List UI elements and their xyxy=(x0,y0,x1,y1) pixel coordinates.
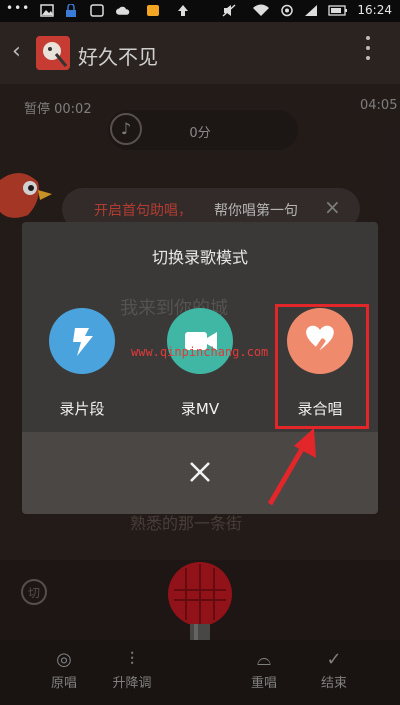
status-bar: ••• 16:24 xyxy=(0,0,400,22)
segment-icon xyxy=(49,308,115,374)
dialog-close-icon[interactable] xyxy=(182,454,218,490)
arrow-annotation-icon xyxy=(267,428,316,506)
avatar-icon xyxy=(36,36,70,70)
dialog-title: 切换录歌模式 xyxy=(151,248,248,267)
image-icon xyxy=(40,4,54,17)
highlight-box xyxy=(275,304,369,429)
song-title: 好久不见 xyxy=(78,45,158,69)
option-mv-label: 录MV xyxy=(180,400,220,418)
upload-icon xyxy=(178,5,188,16)
song-header: ‹ 好久不见 xyxy=(0,22,400,84)
notification-dots: ••• xyxy=(6,1,31,15)
battery-icon xyxy=(328,5,347,16)
watermark: www.qinpinchang.com xyxy=(131,345,269,359)
store-icon xyxy=(147,5,159,16)
song-avatar xyxy=(36,36,70,70)
settings-icon xyxy=(281,4,293,17)
mute-icon xyxy=(222,4,236,17)
back-button[interactable]: ‹ xyxy=(12,39,21,64)
lock-icon xyxy=(66,4,76,17)
option-segment-label: 录片段 xyxy=(59,400,105,418)
cloud-icon xyxy=(116,6,130,15)
app-icon xyxy=(90,4,104,17)
signal-icon xyxy=(305,5,317,16)
clock: 16:24 xyxy=(357,3,392,17)
more-options-icon[interactable] xyxy=(366,36,372,66)
video-camera-icon xyxy=(167,308,233,374)
wifi-icon xyxy=(253,4,269,16)
